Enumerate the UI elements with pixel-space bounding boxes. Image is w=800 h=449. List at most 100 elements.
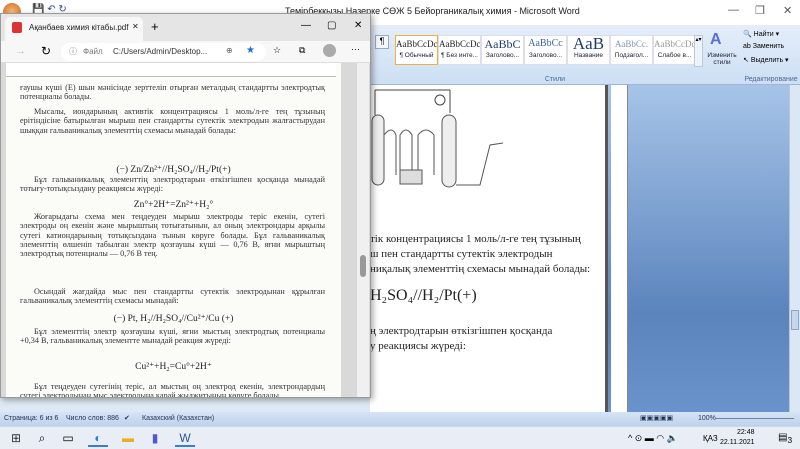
- notification-icon[interactable]: ▤3: [778, 432, 792, 445]
- file-explorer-icon[interactable]: ▬: [118, 431, 138, 445]
- language[interactable]: Казахский (Казахстан): [142, 415, 214, 422]
- doc-line: ң электродтарын өткізгішпен қосқанда: [370, 325, 553, 337]
- edge-window: Ақанбаев химия кітабы.pdf ✕ + — ▢ ✕ → ↻ …: [0, 13, 371, 398]
- doc-line: ниқалық элементтің схемасы мынадай болад…: [370, 263, 591, 275]
- apparatus-figure: [371, 89, 504, 188]
- doc-line: ш пен стандартты сутектік электродын: [370, 248, 553, 260]
- styles-group-label: Стили: [544, 76, 566, 83]
- ribbon: ¶ AaBbCcDc ¶ Обычный AaBbCcDc ¶ Без инте...…: [370, 25, 800, 85]
- style-sample: AaBbCc.: [614, 39, 649, 49]
- editing-group-label: Редактирование: [744, 76, 798, 83]
- favorite-star-icon[interactable]: ★: [246, 45, 255, 56]
- select-label: Выделить: [750, 57, 784, 64]
- forward-icon[interactable]: →: [15, 45, 26, 57]
- pdf-paragraph: Бұл гальваникалық элементтің электродтар…: [20, 175, 325, 194]
- style-label: Заголово...: [528, 52, 563, 59]
- style-2[interactable]: AaBbC Заголово...: [481, 35, 524, 65]
- word-taskbar-icon[interactable]: W: [175, 431, 195, 447]
- pdf-page[interactable]: ғаушы күші (Е) шын мәнісінде зерттеліп о…: [6, 63, 341, 397]
- address-bar[interactable]: ⓘ Файл C:/Users/Admin/Desktop... ⊕ ★: [61, 43, 266, 61]
- input-language[interactable]: ҚАЗ: [703, 434, 718, 443]
- style-sample: AaB: [572, 35, 605, 53]
- gallery-scroll[interactable]: ▴▾: [694, 35, 703, 67]
- document-page[interactable]: тік концентрациясы 1 моль/л-ге тең тұзын…: [370, 85, 608, 412]
- edge-maximize[interactable]: ▢: [327, 20, 336, 31]
- tab-close-icon[interactable]: ✕: [132, 22, 139, 31]
- minimize-button[interactable]: —: [728, 4, 739, 16]
- pdf-paragraph: Бұл элементтің электр қозғаушы күші, яғн…: [20, 327, 325, 346]
- show-marks-button[interactable]: ¶: [375, 35, 389, 49]
- edge-minimize[interactable]: —: [301, 20, 311, 31]
- style-label: Слабое в...: [657, 52, 692, 59]
- favorites-icon[interactable]: ☆: [273, 45, 281, 56]
- search-icon[interactable]: ⌕: [32, 431, 52, 446]
- pdf-scroll-thumb[interactable]: [360, 255, 366, 277]
- pdf-formula: Cu²⁺+H₂=Cu°+2H⁺: [135, 362, 212, 372]
- system-tray-icons[interactable]: ^ ⊙ ▬ ◠ 🔈: [628, 433, 678, 444]
- change-styles-button[interactable]: Изменить стили: [704, 52, 740, 66]
- clock-time[interactable]: 22:48: [737, 429, 755, 436]
- clock-date[interactable]: 22.11.2021: [720, 439, 755, 446]
- style-5[interactable]: AaBbCc. Подзагол...: [610, 35, 653, 65]
- replace-button[interactable]: ab Заменить: [743, 43, 784, 50]
- close-button[interactable]: ✕: [783, 4, 792, 17]
- pdf-paragraph: Мысалы, иондарының активтік концентрация…: [20, 107, 325, 135]
- find-label: Найти: [753, 31, 774, 38]
- select-button[interactable]: ↖ Выделить ▾: [743, 56, 789, 64]
- edge-toolbar: → ↻ ⓘ Файл C:/Users/Admin/Desktop... ⊕ ★…: [1, 41, 370, 63]
- change-styles-icon: A: [710, 31, 722, 48]
- word-count[interactable]: Число слов: 886: [66, 415, 119, 422]
- style-0[interactable]: AaBbCcDc ¶ Обычный: [395, 35, 438, 65]
- pdf-paragraph: Осындай жағдайда мыс пен стандартты суте…: [20, 287, 325, 306]
- proofing-icon[interactable]: ✔: [124, 414, 130, 422]
- new-tab-button[interactable]: +: [151, 19, 159, 34]
- info-icon: ⓘ: [69, 47, 77, 56]
- profile-avatar[interactable]: [323, 44, 336, 57]
- find-button[interactable]: 🔍 Найти ▾: [743, 30, 779, 38]
- style-4[interactable]: AaB Название: [567, 35, 610, 65]
- style-1[interactable]: AaBbCcDc ¶ Без инте...: [438, 35, 481, 65]
- style-label: Заголово...: [485, 52, 520, 59]
- style-sample: AaBbC: [484, 37, 521, 51]
- view-buttons[interactable]: ▣▣▣▣▣: [640, 414, 673, 422]
- pdf-scrollbar[interactable]: [357, 63, 369, 397]
- style-label: Название: [573, 52, 604, 59]
- more-icon[interactable]: ···: [351, 44, 360, 54]
- doc-line: тік концентрациясы 1 моль/л-ге тең тұзын…: [370, 233, 581, 245]
- teams-icon[interactable]: ▮: [145, 431, 165, 445]
- address-text: C:/Users/Admin/Desktop...: [113, 47, 208, 56]
- page-count[interactable]: Страница: 6 из 6: [4, 415, 58, 422]
- pdf-icon: [12, 22, 22, 33]
- zoom-icon[interactable]: ⊕: [226, 46, 233, 55]
- doc-line: у реакциясы жүреді:: [370, 340, 466, 352]
- zoom-slider[interactable]: [716, 418, 794, 419]
- refresh-icon[interactable]: ↻: [41, 44, 51, 58]
- address-label: Файл: [83, 47, 103, 56]
- notification-count: 3: [787, 435, 793, 445]
- pdf-viewer: ғаушы күші (Е) шын мәнісінде зерттеліп о…: [1, 63, 370, 397]
- pdf-previous-page: [6, 63, 336, 77]
- style-6[interactable]: AaBbCcDc Слабое в...: [653, 35, 696, 65]
- pdf-paragraph: ғаушы күші (Е) шын мәнісінде зерттеліп о…: [20, 83, 325, 102]
- status-bar: Страница: 6 из 6 Число слов: 886 ✔ Казах…: [0, 412, 800, 426]
- collections-icon[interactable]: ⧉: [299, 45, 305, 56]
- zoom-level[interactable]: 100%: [698, 415, 716, 422]
- task-view-icon[interactable]: ▭: [58, 431, 78, 445]
- style-3[interactable]: AaBbCc Заголово...: [524, 35, 567, 65]
- style-label: Подзагол...: [614, 52, 649, 59]
- scroll-thumb[interactable]: [791, 310, 799, 330]
- pdf-formula: (−) Pt, H₂//H₂SO₄//Cu²⁺/Cu (+): [113, 314, 234, 324]
- pdf-paragraph: Жоғарыдағы схема мен теңдеуден мырыш эле…: [20, 212, 325, 259]
- replace-label: Заменить: [752, 43, 785, 50]
- vertical-scrollbar[interactable]: [789, 85, 800, 412]
- start-icon[interactable]: ⊞: [6, 431, 26, 445]
- edge-close[interactable]: ✕: [354, 20, 362, 31]
- page-gap: [611, 85, 628, 412]
- edge-taskbar-icon[interactable]: ◐: [88, 431, 108, 447]
- style-sample: AaBbCcDc: [439, 39, 481, 49]
- doc-line: H₂SO₄//H₂/Pt(+): [370, 287, 477, 304]
- maximize-button[interactable]: ❐: [755, 4, 765, 17]
- style-label: ¶ Без инте...: [441, 52, 478, 59]
- style-sample: AaBbCcDc: [396, 39, 438, 49]
- tab-pdf[interactable]: Ақанбаев химия кітабы.pdf ✕: [5, 17, 143, 41]
